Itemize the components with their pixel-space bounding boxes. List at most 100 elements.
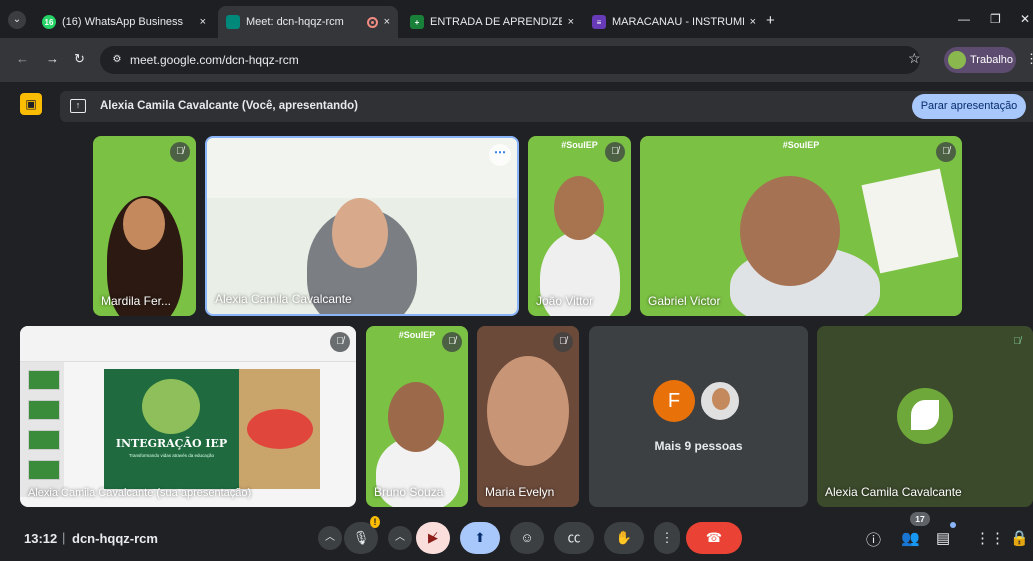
forward-icon[interactable]: → xyxy=(46,51,59,66)
muted-mic-icon: 🎙̸ xyxy=(170,142,190,162)
recording-icon xyxy=(366,16,378,28)
more-options-button[interactable]: ⋮ xyxy=(654,522,680,554)
raise-hand-button[interactable]: ✋ xyxy=(604,522,644,554)
new-tab-button[interactable]: + xyxy=(766,13,775,28)
tab-search-icon[interactable]: ⌄ xyxy=(8,11,26,29)
participant-tile-bruno[interactable]: #SoulEP 🎙̸ Bruno Souza xyxy=(366,326,468,507)
chat-notification-dot xyxy=(950,522,956,528)
muted-mic-icon: 🎙̸ xyxy=(442,332,462,352)
more-people-tile[interactable]: F Mais 9 pessoas xyxy=(589,326,808,507)
participant-name: Alexia Camila Cavalcante (sua apresentaç… xyxy=(28,487,252,499)
host-controls-icon[interactable]: 🔒 xyxy=(1010,529,1029,547)
iep-logo xyxy=(142,379,200,434)
browser-tab-strip: ⌄ 16 (16) WhatsApp Business × Meet: dcn-… xyxy=(0,0,1033,38)
slide-photo xyxy=(239,369,320,489)
tab-forms[interactable]: ≡ MARACANAU - INSTRUMENTAI × xyxy=(584,6,764,38)
tab-meet[interactable]: Meet: dcn-hqqz-rcm × xyxy=(218,6,398,38)
close-tab-icon[interactable]: × xyxy=(568,16,574,28)
tab-label: (16) WhatsApp Business xyxy=(62,16,184,28)
bookmark-star-icon[interactable]: ☆ xyxy=(908,50,921,67)
participant-face xyxy=(332,198,388,268)
restore-icon[interactable]: ❐ xyxy=(990,12,1001,26)
slide-thumbnail xyxy=(28,430,60,450)
participant-face xyxy=(487,356,569,466)
avatar xyxy=(897,388,953,444)
iep-leaf-icon xyxy=(911,400,939,430)
tab-label: ENTRADA DE APRENDIZES - M xyxy=(430,16,562,28)
browser-menu-icon[interactable]: ⋮ xyxy=(1025,51,1033,67)
current-slide: INTEGRAÇÃO IEP Transformando vidas atrav… xyxy=(104,369,320,489)
participant-name: Mardila Fer... xyxy=(101,294,172,308)
participant-name: Gabriel Victor xyxy=(648,294,721,308)
close-tab-icon[interactable]: × xyxy=(750,16,756,28)
stop-presenting-button[interactable]: Parar apresentação xyxy=(912,94,1026,119)
avatar: F xyxy=(653,380,695,422)
leave-call-button[interactable]: ☎ xyxy=(686,522,742,554)
close-tab-icon[interactable]: × xyxy=(384,16,390,28)
sheets-icon: + xyxy=(410,15,424,29)
muted-mic-icon: 🎙̸ xyxy=(330,332,350,352)
meeting-time: 13:12 xyxy=(24,531,58,546)
url-text: meet.google.com/dcn-hqqz-rcm xyxy=(130,53,299,67)
screen-share-off-icon[interactable]: ▣ xyxy=(20,93,42,115)
close-window-icon[interactable]: ✕ xyxy=(1020,12,1030,26)
participant-tile-maria[interactable]: 🎙̸ Maria Evelyn xyxy=(477,326,579,507)
participant-tile-mardila[interactable]: 🎙̸ Mardila Fer... xyxy=(93,136,196,316)
participant-face xyxy=(554,176,604,240)
slide-thumbnail xyxy=(28,370,60,390)
participant-face xyxy=(123,198,165,250)
muted-mic-icon: 🎙̸ xyxy=(936,142,956,162)
slide-green-panel xyxy=(104,369,239,489)
reload-icon[interactable]: ↻ xyxy=(74,51,85,67)
presenting-banner: ↑ Alexia Camila Cavalcante (Você, aprese… xyxy=(60,91,1033,122)
participant-face xyxy=(388,382,444,452)
participant-name: Bruno Souza xyxy=(374,485,444,499)
participant-name: Alexia Camila Cavalcante xyxy=(825,485,962,499)
slide-subtitle: Transformando vidas através da educação xyxy=(128,453,215,458)
slide-thumbnail xyxy=(28,400,60,420)
meet-window: ⌄ 16 (16) WhatsApp Business × Meet: dcn-… xyxy=(0,0,1033,561)
participant-name: Alexia Camila Cavalcante xyxy=(215,292,352,306)
close-tab-icon[interactable]: × xyxy=(200,16,206,28)
reactions-button[interactable]: ☺ xyxy=(510,522,544,554)
back-icon[interactable]: ← xyxy=(16,51,29,66)
more-people-label: Mais 9 pessoas xyxy=(654,439,743,453)
meet-icon xyxy=(226,15,240,29)
activities-icon[interactable]: ⋮⋮ xyxy=(975,529,1005,547)
minimize-icon[interactable]: — xyxy=(958,12,970,26)
photo-mats xyxy=(247,409,313,449)
muted-mic-icon: 🎙̸ xyxy=(553,332,573,352)
tab-label: Meet: dcn-hqqz-rcm xyxy=(246,16,344,28)
chat-icon[interactable]: ▤ xyxy=(936,529,950,547)
captions-button[interactable]: ㏄ xyxy=(554,522,594,554)
slide-title: INTEGRAÇÃO IEP xyxy=(115,437,228,450)
profile-button[interactable]: Trabalho xyxy=(944,47,1016,73)
audio-options-chevron-icon[interactable]: ︿ xyxy=(318,526,342,550)
slide-thumbnail xyxy=(28,460,60,480)
meeting-controls-bar: 13:12 | dcn-hqqz-rcm ︿ 🎙 ︿ ▶̸ ⬆ ☺ ㏄ ✋ ⋮ … xyxy=(0,512,1033,561)
tab-sheets[interactable]: + ENTRADA DE APRENDIZES - M × xyxy=(402,6,582,38)
participant-tile-alexia-camera[interactable]: ⋯ Alexia Camila Cavalcante xyxy=(205,136,519,316)
meeting-details-icon[interactable]: ⓘ xyxy=(866,529,881,550)
separator: | xyxy=(62,530,66,545)
camera-off-button[interactable]: ▶̸ xyxy=(416,522,450,554)
forms-icon: ≡ xyxy=(592,15,606,29)
present-screen-button[interactable]: ⬆ xyxy=(460,522,500,554)
profile-avatar xyxy=(948,51,966,69)
address-bar-row: ← → ↻ ⚙ meet.google.com/dcn-hqqz-rcm ☆ T… xyxy=(0,38,1033,82)
more-options-icon[interactable]: ⋯ xyxy=(489,144,511,166)
participant-tile-gabriel[interactable]: #SoulEP 🎙̸ Gabriel Victor xyxy=(640,136,962,316)
omnibox[interactable]: ⚙ meet.google.com/dcn-hqqz-rcm xyxy=(100,46,920,74)
presentation-tile[interactable]: INTEGRAÇÃO IEP Transformando vidas atrav… xyxy=(20,326,356,507)
present-icon: ↑ xyxy=(70,99,86,113)
participant-tile-alexia-avatar[interactable]: 🎙̸ Alexia Camila Cavalcante xyxy=(817,326,1033,507)
tab-whatsapp[interactable]: 16 (16) WhatsApp Business × xyxy=(34,6,214,38)
video-options-chevron-icon[interactable]: ︿ xyxy=(388,526,412,550)
participant-tile-joao[interactable]: #SoulEP 🎙̸ João Vittor xyxy=(528,136,631,316)
site-info-icon[interactable]: ⚙ xyxy=(110,53,124,67)
powerpoint-ribbon xyxy=(20,326,356,362)
muted-mic-icon: 🎙̸ xyxy=(605,142,625,162)
people-icon[interactable]: 👥 xyxy=(901,529,920,547)
avatar-face xyxy=(712,388,730,410)
muted-mic-icon: 🎙̸ xyxy=(1013,336,1021,347)
